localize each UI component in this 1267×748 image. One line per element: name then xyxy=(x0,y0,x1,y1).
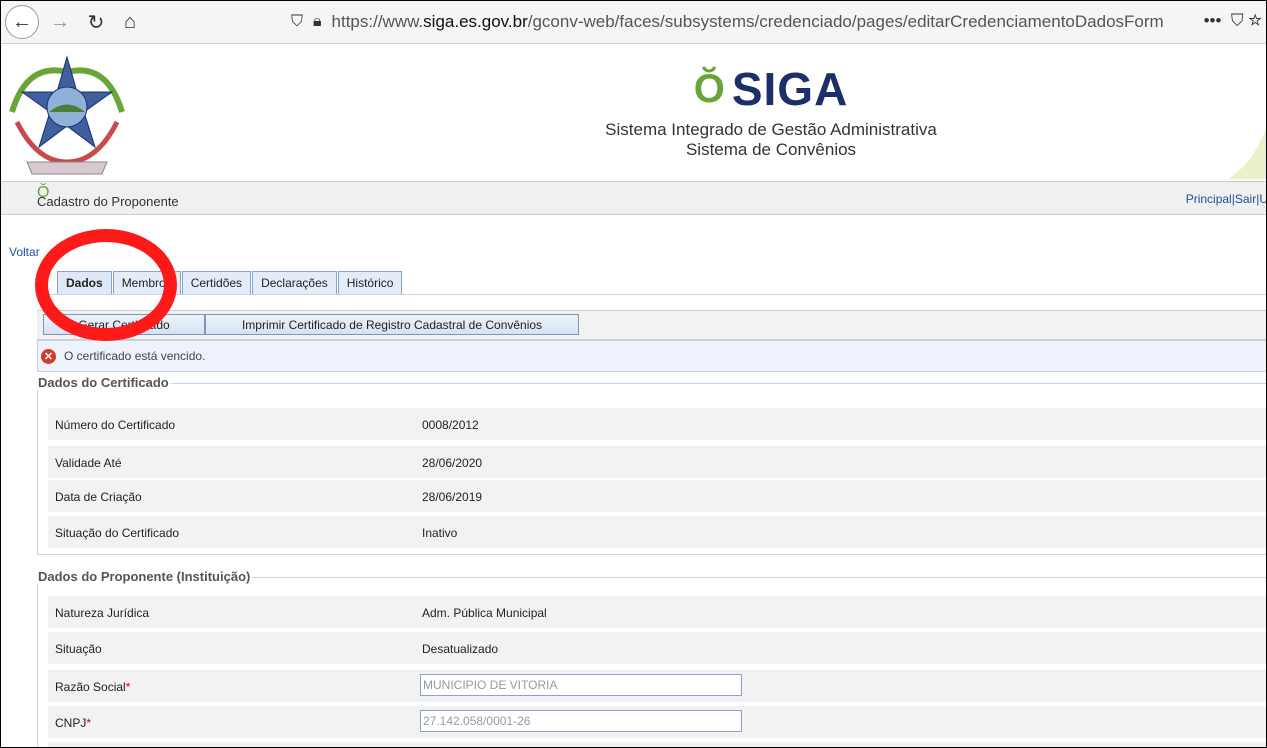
table-row: Data de Criação 28/06/2019 xyxy=(48,480,1266,512)
row-value: 0008/2012 xyxy=(422,418,479,432)
tab-bar: Dados Membros Certidões Declarações Hist… xyxy=(57,271,403,295)
required-mark: * xyxy=(125,680,131,694)
certificado-fieldset: Dados do Certificado Número do Certifica… xyxy=(36,375,1266,555)
action-toolbar: Gerar Certificado Imprimir Certificado d… xyxy=(37,310,1266,340)
razao-social-label: Razão Social* xyxy=(55,680,130,694)
certificado-legend: Dados do Certificado xyxy=(36,375,171,390)
gerar-certificado-button[interactable]: Gerar Certificado xyxy=(43,314,205,335)
tab-historico[interactable]: Histórico xyxy=(337,271,403,295)
forward-icon[interactable]: → xyxy=(45,7,75,37)
url-path: /gconv-web/faces/subsystems/credenciado/… xyxy=(527,12,1164,31)
principal-link[interactable]: Principal xyxy=(1186,192,1232,206)
state-emblem-icon xyxy=(9,55,125,175)
address-bar[interactable]: ⛉ 🔒︎ https://www. siga.es.gov.br/gconv-we… xyxy=(291,7,1261,37)
cnpj-label: CNPJ* xyxy=(55,716,91,730)
razao-social-field[interactable] xyxy=(420,674,742,696)
reload-icon[interactable]: ↻ xyxy=(81,7,111,37)
row-value: 28/06/2019 xyxy=(422,490,483,504)
logo-text: SIGA xyxy=(731,63,849,115)
tab-divider xyxy=(37,294,1266,295)
table-row: Razão Social* xyxy=(48,670,1266,702)
row-value: Adm. Pública Municipal xyxy=(422,606,547,620)
tab-certidoes[interactable]: Certidões xyxy=(181,271,252,295)
error-text: O certificado está vencido. xyxy=(64,349,206,363)
home-icon[interactable]: ⌂ xyxy=(115,7,145,37)
page-actions-icon[interactable]: ••• xyxy=(1204,11,1222,30)
row-label: Situação do Certificado xyxy=(55,526,180,540)
url-prefix: https://www. xyxy=(331,12,424,31)
table-row: Validade Até 28/06/2020 xyxy=(48,446,1266,478)
row-value: Inativo xyxy=(422,526,458,540)
page-titlebar: Ŏ Cadastro do Proponente Principal|Sair|… xyxy=(1,181,1266,215)
row-label: Número do Certificado xyxy=(55,418,176,432)
back-icon[interactable]: ← xyxy=(5,5,39,39)
cnpj-label-text: CNPJ xyxy=(55,716,87,730)
row-label: Natureza Jurídica xyxy=(55,606,150,620)
row-label: Validade Até xyxy=(55,456,122,470)
row-label: Situação xyxy=(55,642,102,656)
url-actions: ••• ⛉ ☆ xyxy=(1197,11,1262,31)
error-message: ✕ O certificado está vencido. xyxy=(37,340,1266,372)
razao-label-text: Razão Social xyxy=(55,680,126,694)
sair-link[interactable]: Sair xyxy=(1235,192,1256,206)
site-header: Ŏ SIGA Sistema Integrado de Gestão Admini… xyxy=(1,44,1266,181)
window: ← → ↻ ⌂ ⛉ 🔒︎ https://www. siga.es.gov.br /… xyxy=(0,0,1267,748)
dna-icon: Ŏ xyxy=(693,66,726,111)
top-links: Principal|Sair|U xyxy=(1186,192,1266,206)
required-mark: * xyxy=(86,716,92,730)
bookmark-star-icon[interactable]: ☆ xyxy=(1248,11,1262,30)
table-row: Situação do Certificado Inativo xyxy=(48,516,1266,548)
table-row: Natureza Jurídica Adm. Pública Municipal xyxy=(48,596,1266,628)
table-row: Número do Certificado 0008/2012 xyxy=(48,408,1266,440)
voltar-link[interactable]: Voltar xyxy=(9,245,40,259)
table-row: CNPJ* xyxy=(48,706,1266,738)
error-icon: ✕ xyxy=(41,348,56,364)
siga-logo: Ŏ SIGA Sistema Integrado de Gestão Admini… xyxy=(591,62,951,160)
imprimir-certificado-button[interactable]: Imprimir Certificado de Registro Cadastr… xyxy=(205,314,579,335)
header-subtitle-2: Sistema de Convênios xyxy=(685,140,857,159)
proponente-fieldset: Dados do Proponente (Instituição) Nature… xyxy=(36,569,1266,747)
row-value: 28/06/2020 xyxy=(422,456,483,470)
shield-icon: ⛉ xyxy=(291,13,304,30)
cnpj-field[interactable] xyxy=(420,710,742,732)
header-subtitle-1: Sistema Integrado de Gestão Administrati… xyxy=(605,120,937,139)
tab-declaracoes[interactable]: Declarações xyxy=(252,271,337,295)
pocket-icon[interactable]: ⛉ xyxy=(1226,11,1244,30)
tab-dados[interactable]: Dados xyxy=(57,271,112,295)
browser-toolbar: ← → ↻ ⌂ ⛉ 🔒︎ https://www. siga.es.gov.br /… xyxy=(1,1,1266,44)
url-domain: siga.es.gov.br xyxy=(423,12,528,31)
row-value: Desatualizado xyxy=(422,642,499,656)
proponente-legend: Dados do Proponente (Instituição) xyxy=(36,569,253,584)
banner-decoration-icon xyxy=(1228,128,1266,179)
page-title: Cadastro do Proponente xyxy=(37,194,179,209)
table-row xyxy=(48,742,1266,747)
tab-membros[interactable]: Membros xyxy=(112,271,181,295)
table-row: Situação Desatualizado xyxy=(48,632,1266,664)
row-label: Data de Criação xyxy=(55,490,142,504)
user-link[interactable]: U xyxy=(1259,192,1266,206)
lock-icon: 🔒︎ xyxy=(313,13,322,30)
